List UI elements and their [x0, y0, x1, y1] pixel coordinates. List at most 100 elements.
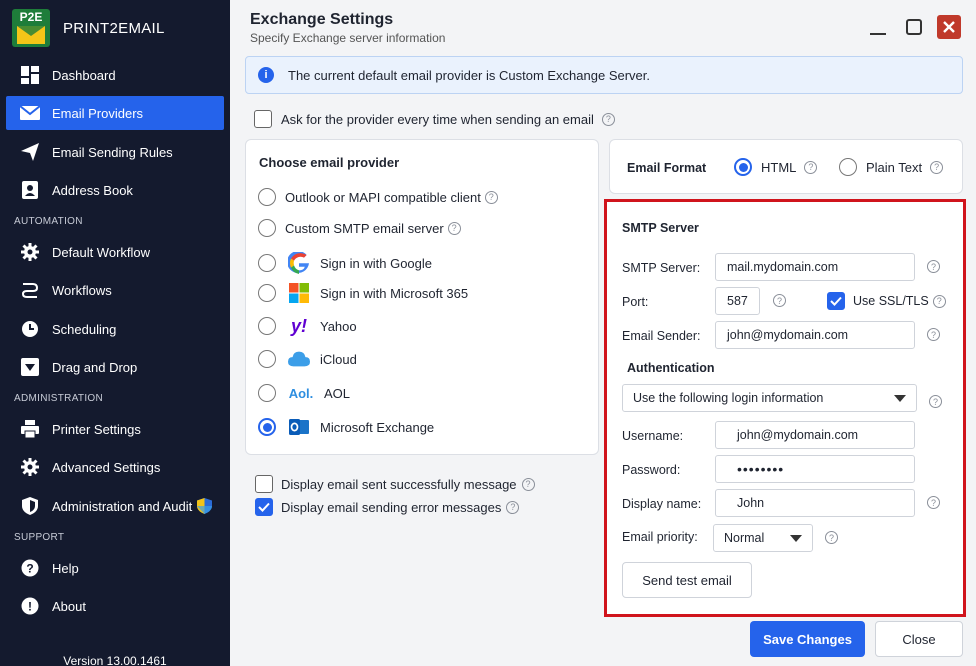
radio-button[interactable] [258, 254, 276, 272]
provider-label: iCloud [320, 351, 357, 367]
help-icon[interactable]: ? [521, 477, 535, 491]
sidebar-item-email-providers[interactable]: Email Providers [6, 96, 224, 130]
sidebar-item-drag-and-drop[interactable]: Drag and Drop [6, 350, 224, 384]
help-icon[interactable]: ? [932, 294, 946, 308]
help-icon[interactable]: ? [927, 328, 940, 341]
sidebar-item-workflows[interactable]: Workflows [6, 273, 224, 307]
workflow-icon [20, 280, 40, 300]
username-input[interactable]: john@mydomain.com [715, 421, 915, 449]
help-icon[interactable]: ? [773, 294, 786, 307]
provider-option-icloud[interactable]: iCloud [258, 348, 357, 370]
sidebar-item-help[interactable]: ? Help [6, 551, 224, 585]
radio-button[interactable] [258, 350, 276, 368]
close-button[interactable]: Close [875, 621, 963, 657]
format-html-option[interactable]: HTML ? [734, 158, 818, 176]
provider-option-google[interactable]: Sign in with Google [258, 252, 432, 274]
gear-icon [20, 242, 40, 262]
radio-button[interactable] [258, 188, 276, 206]
info-icon: i [258, 67, 274, 83]
provider-label: AOL [324, 385, 351, 401]
display-success-option: Display email sent successfully message … [255, 475, 535, 493]
sidebar-item-scheduling[interactable]: Scheduling [6, 312, 224, 346]
email-priority-label: Email priority: [622, 530, 698, 544]
sidebar-item-dashboard[interactable]: Dashboard [6, 58, 224, 92]
radio-button-selected[interactable] [258, 418, 276, 436]
format-plain-option[interactable]: Plain Text ? [839, 158, 944, 176]
ask-provider-checkbox[interactable] [254, 110, 272, 128]
help-icon[interactable]: ? [601, 112, 615, 126]
provider-label: Sign in with Microsoft 365 [320, 285, 469, 301]
display-success-checkbox[interactable] [255, 475, 273, 493]
google-icon [288, 252, 310, 274]
sidebar-item-about[interactable]: ! About [6, 589, 224, 623]
help-icon[interactable]: ? [927, 260, 940, 273]
provider-label: Outlook or MAPI compatible client [285, 189, 481, 205]
port-label: Port: [622, 295, 649, 309]
provider-label: Sign in with Google [320, 255, 433, 271]
save-changes-button[interactable]: Save Changes [750, 621, 865, 657]
ssl-option[interactable]: Use SSL/TLS ? [827, 292, 946, 310]
provider-option-microsoft-exchange[interactable]: Microsoft Exchange [258, 416, 434, 438]
sidebar-item-default-workflow[interactable]: Default Workflow [6, 235, 224, 269]
radio-button[interactable] [839, 158, 857, 176]
close-window-button[interactable] [937, 15, 961, 39]
help-icon[interactable]: ? [447, 221, 461, 235]
page-subtitle: Specify Exchange server information [250, 31, 446, 45]
brand: P2E PRINT2EMAIL [12, 9, 165, 47]
authentication-title: Authentication [627, 361, 715, 375]
email-sender-input[interactable]: john@mydomain.com [715, 321, 915, 349]
provider-label: Yahoo [320, 318, 357, 334]
email-format-card: Email Format HTML ? Plain Text ? [609, 139, 963, 194]
send-icon [20, 142, 40, 162]
help-icon[interactable]: ? [927, 496, 940, 509]
help-icon[interactable]: ? [825, 531, 838, 544]
email-priority-select[interactable]: Normal [713, 524, 813, 552]
sidebar-item-printer-settings[interactable]: Printer Settings [6, 412, 224, 446]
authentication-select[interactable]: Use the following login information [622, 384, 917, 412]
chevron-down-icon [790, 535, 802, 542]
provider-option-custom-smtp[interactable]: Custom SMTP email server ? [258, 219, 461, 237]
username-label: Username: [622, 429, 684, 443]
sidebar-item-email-sending-rules[interactable]: Email Sending Rules [6, 135, 224, 169]
smtp-server-input[interactable]: mail.mydomain.com [715, 253, 915, 281]
radio-button[interactable] [258, 384, 276, 402]
radio-button[interactable] [258, 317, 276, 335]
provider-card-title: Choose email provider [259, 155, 400, 170]
sidebar-item-label: Printer Settings [52, 421, 141, 437]
display-error-checkbox[interactable] [255, 498, 273, 516]
help-icon[interactable]: ? [930, 160, 944, 174]
provider-option-aol[interactable]: Aol. AOL [258, 382, 350, 404]
help-icon: ? [20, 558, 40, 578]
nav-section-administration: ADMINISTRATION [14, 393, 104, 404]
help-icon[interactable]: ? [804, 160, 818, 174]
provider-option-yahoo[interactable]: y! Yahoo [258, 315, 357, 337]
app-name: PRINT2EMAIL [63, 19, 165, 37]
sidebar-item-label: Email Sending Rules [52, 144, 173, 160]
radio-button[interactable] [258, 219, 276, 237]
radio-button[interactable] [258, 284, 276, 302]
smtp-server-panel: SMTP Server SMTP Server: mail.mydomain.c… [604, 199, 966, 617]
help-icon[interactable]: ? [506, 500, 520, 514]
app-logo: P2E [12, 9, 50, 47]
display-name-input[interactable]: John [715, 489, 915, 517]
icloud-icon [288, 348, 310, 370]
maximize-button[interactable] [902, 15, 926, 39]
sidebar-item-advanced-settings[interactable]: Advanced Settings [6, 450, 224, 484]
provider-option-outlook[interactable]: Outlook or MAPI compatible client ? [258, 188, 498, 206]
logo-text: P2E [19, 10, 43, 24]
info-banner: i The current default email provider is … [245, 56, 963, 94]
password-input[interactable]: •••••••• [715, 455, 915, 483]
sidebar-item-label: Help [52, 560, 79, 576]
yahoo-icon: y! [290, 315, 307, 336]
send-test-email-button[interactable]: Send test email [622, 562, 752, 598]
provider-option-microsoft-365[interactable]: Sign in with Microsoft 365 [258, 282, 468, 304]
help-icon[interactable]: ? [484, 190, 498, 204]
sidebar-item-address-book[interactable]: Address Book [6, 173, 224, 207]
help-icon[interactable]: ? [929, 395, 942, 408]
radio-button-selected[interactable] [734, 158, 752, 176]
ssl-checkbox[interactable] [827, 292, 845, 310]
port-input[interactable]: 587 [715, 287, 760, 315]
minimize-button[interactable] [866, 15, 890, 39]
drop-icon [20, 357, 40, 377]
sidebar-item-administration-and-audit[interactable]: Administration and Audit [6, 489, 224, 523]
